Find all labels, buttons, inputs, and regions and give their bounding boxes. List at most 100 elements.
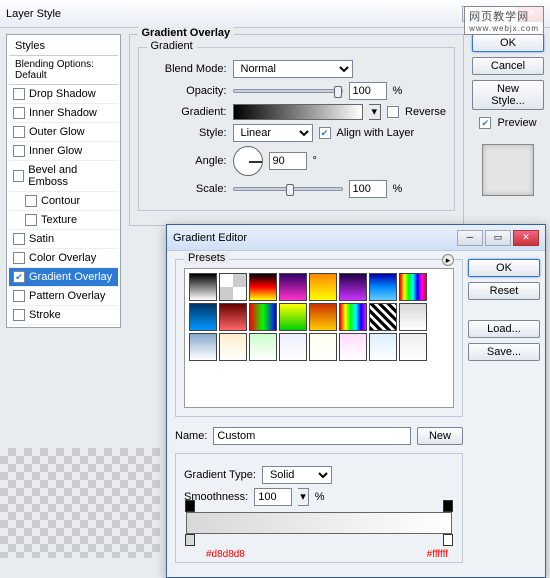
- smoothness-input[interactable]: [254, 488, 292, 506]
- style-item-inner-shadow[interactable]: Inner Shadow: [9, 104, 118, 123]
- style-checkbox[interactable]: [13, 309, 25, 321]
- smoothness-dropdown[interactable]: ▾: [298, 488, 309, 506]
- preset-swatch[interactable]: [249, 273, 277, 301]
- align-label: Align with Layer: [337, 127, 415, 139]
- preset-swatch[interactable]: [219, 333, 247, 361]
- preset-swatch[interactable]: [219, 303, 247, 331]
- preset-swatch[interactable]: [189, 273, 217, 301]
- preset-swatch[interactable]: [399, 333, 427, 361]
- scale-slider[interactable]: [233, 187, 343, 191]
- watermark: 网页教学网 www.webjx.com: [464, 6, 544, 35]
- preset-swatch[interactable]: [399, 273, 427, 301]
- preset-swatch[interactable]: [189, 303, 217, 331]
- style-item-drop-shadow[interactable]: Drop Shadow: [9, 85, 118, 104]
- opacity-stop-right[interactable]: [443, 500, 453, 512]
- style-checkbox[interactable]: [13, 126, 25, 138]
- preset-swatch[interactable]: [249, 333, 277, 361]
- color-stop-right[interactable]: [443, 534, 453, 546]
- preset-swatch[interactable]: [249, 303, 277, 331]
- style-checkbox[interactable]: [13, 290, 25, 302]
- preset-swatch[interactable]: [339, 333, 367, 361]
- opacity-stop-left[interactable]: [185, 500, 195, 512]
- style-item-color-overlay[interactable]: Color Overlay: [9, 249, 118, 268]
- preset-swatch[interactable]: [279, 333, 307, 361]
- preset-swatch[interactable]: [189, 333, 217, 361]
- preset-swatch[interactable]: [279, 273, 307, 301]
- style-item-label: Bevel and Emboss: [28, 164, 113, 188]
- opacity-slider[interactable]: [233, 89, 343, 93]
- preset-swatch[interactable]: [219, 273, 247, 301]
- style-checkbox[interactable]: [25, 195, 37, 207]
- preview-checkbox[interactable]: ✔: [479, 117, 491, 129]
- preset-swatch[interactable]: [369, 303, 397, 331]
- name-label: Name:: [175, 430, 207, 442]
- style-item-label: Gradient Overlay: [29, 271, 112, 283]
- style-item-bevel-and-emboss[interactable]: Bevel and Emboss: [9, 161, 118, 192]
- gradtype-select[interactable]: Solid: [262, 466, 332, 484]
- style-checkbox[interactable]: [13, 252, 25, 264]
- preset-swatch[interactable]: [369, 273, 397, 301]
- gradient-picker[interactable]: [233, 104, 363, 120]
- styles-header[interactable]: Styles: [9, 37, 118, 56]
- preset-swatch[interactable]: [339, 273, 367, 301]
- gradient-bar[interactable]: [186, 512, 452, 534]
- ge-minimize-button[interactable]: ─: [457, 230, 483, 246]
- blendmode-select[interactable]: Normal: [233, 60, 353, 78]
- preset-swatch[interactable]: [309, 273, 337, 301]
- style-checkbox[interactable]: [13, 233, 25, 245]
- ge-reset-button[interactable]: Reset: [468, 282, 540, 300]
- reverse-checkbox[interactable]: [387, 106, 399, 118]
- style-item-label: Inner Shadow: [29, 107, 97, 119]
- presets-menu-icon[interactable]: ▸: [442, 254, 454, 266]
- style-item-label: Color Overlay: [29, 252, 96, 264]
- style-checkbox[interactable]: [13, 107, 25, 119]
- cancel-button[interactable]: Cancel: [472, 57, 544, 75]
- preview-box: [482, 144, 534, 196]
- style-checkbox[interactable]: [25, 214, 37, 226]
- preset-swatch[interactable]: [309, 303, 337, 331]
- ge-maximize-button[interactable]: ▭: [485, 230, 511, 246]
- style-item-stroke[interactable]: Stroke: [9, 306, 118, 325]
- align-checkbox[interactable]: ✔: [319, 127, 331, 139]
- style-item-texture[interactable]: Texture: [9, 211, 118, 230]
- scale-input[interactable]: [349, 180, 387, 198]
- blending-default[interactable]: Blending Options: Default: [9, 56, 118, 85]
- style-checkbox[interactable]: [13, 170, 24, 182]
- styles-panel: Styles Blending Options: Default Drop Sh…: [6, 34, 121, 328]
- ge-save-button[interactable]: Save...: [468, 343, 540, 361]
- ge-load-button[interactable]: Load...: [468, 320, 540, 338]
- style-item-label: Contour: [41, 195, 80, 207]
- preset-swatch[interactable]: [369, 333, 397, 361]
- left-hex: #d8d8d8: [206, 549, 245, 560]
- opacity-input[interactable]: [349, 82, 387, 100]
- ok-button[interactable]: OK: [472, 34, 544, 52]
- style-item-contour[interactable]: Contour: [9, 192, 118, 211]
- preset-swatch[interactable]: [279, 303, 307, 331]
- ge-ok-button[interactable]: OK: [468, 259, 540, 277]
- style-select[interactable]: Linear: [233, 124, 313, 142]
- style-item-inner-glow[interactable]: Inner Glow: [9, 142, 118, 161]
- gradtype-label: Gradient Type:: [184, 469, 256, 481]
- angle-dial[interactable]: [233, 146, 263, 176]
- style-item-gradient-overlay[interactable]: ✔ Gradient Overlay: [9, 268, 118, 287]
- style-item-satin[interactable]: Satin: [9, 230, 118, 249]
- new-button[interactable]: New: [417, 427, 463, 445]
- name-input[interactable]: [213, 427, 411, 445]
- preset-swatch[interactable]: [309, 333, 337, 361]
- ge-close-button[interactable]: ✕: [513, 230, 539, 246]
- style-item-label: Inner Glow: [29, 145, 82, 157]
- style-checkbox[interactable]: [13, 145, 25, 157]
- gradient-dropdown[interactable]: ▾: [369, 104, 382, 120]
- opacity-label: Opacity:: [147, 85, 227, 97]
- angle-input[interactable]: [269, 152, 307, 170]
- style-item-outer-glow[interactable]: Outer Glow: [9, 123, 118, 142]
- gradienteditor-title: Gradient Editor: [173, 232, 247, 244]
- style-checkbox[interactable]: [13, 88, 25, 100]
- preset-swatch[interactable]: [339, 303, 367, 331]
- color-stop-left[interactable]: [185, 534, 195, 546]
- newstyle-button[interactable]: New Style...: [472, 80, 544, 110]
- style-item-pattern-overlay[interactable]: Pattern Overlay: [9, 287, 118, 306]
- style-checkbox[interactable]: ✔: [13, 271, 25, 283]
- gradienteditor-titlebar[interactable]: Gradient Editor ─ ▭ ✕: [167, 225, 545, 251]
- preset-swatch[interactable]: [399, 303, 427, 331]
